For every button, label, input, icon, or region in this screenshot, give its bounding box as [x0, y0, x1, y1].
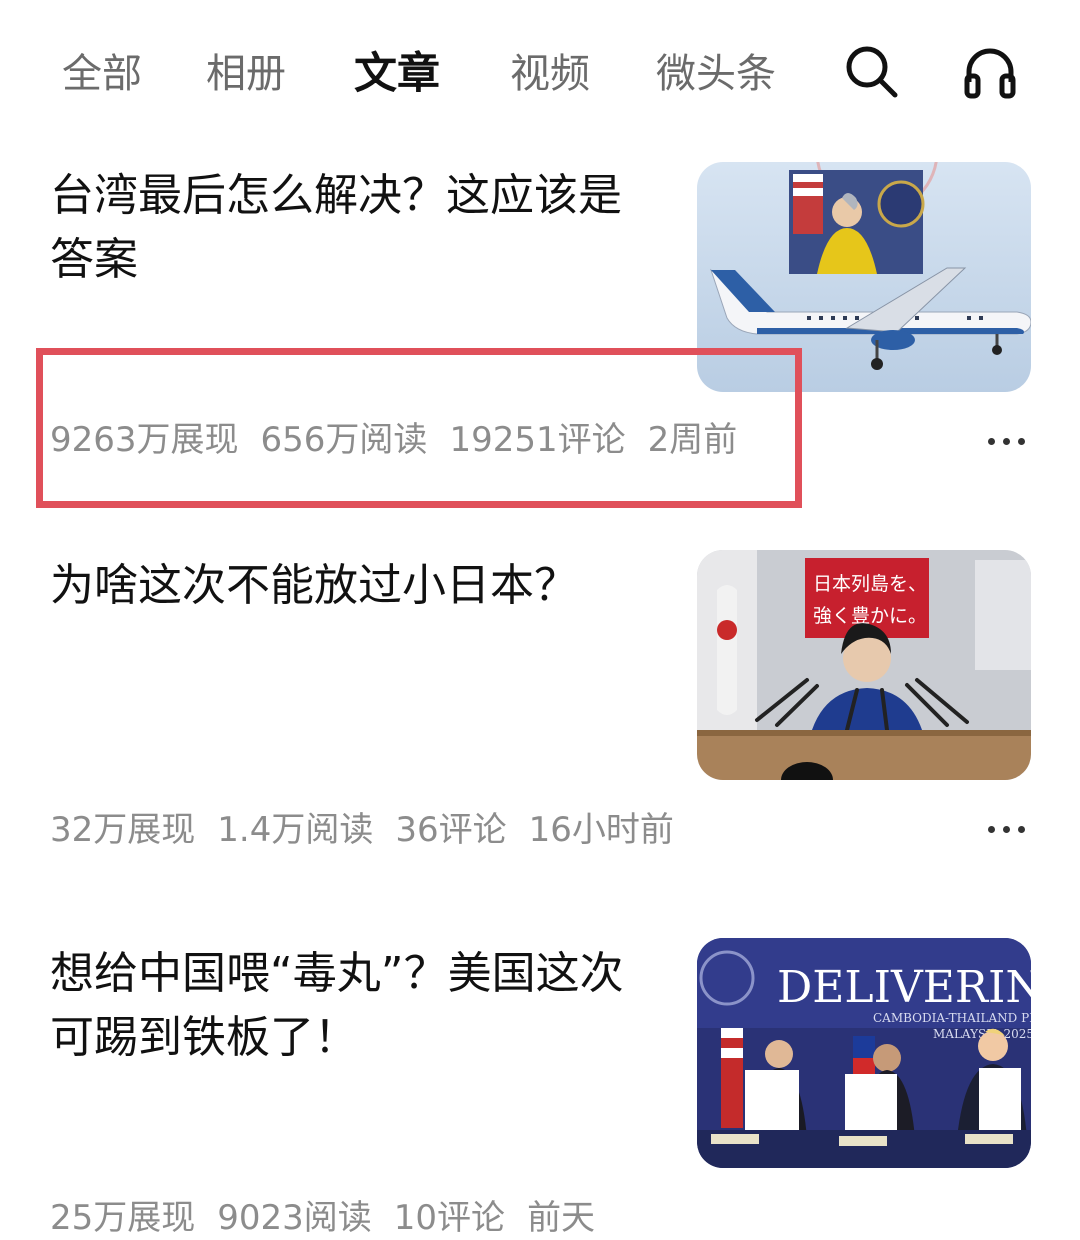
search-icon[interactable]: [842, 42, 902, 102]
article-stats: 25万展现 9023阅读 10评论 前天: [50, 1194, 617, 1240]
article-stats: 32万展现 1.4万阅读 36评论 16小时前: [50, 806, 696, 854]
article-thumbnail-press-conference[interactable]: 日本列島を、 強く豊かに。: [697, 550, 1031, 780]
tab-micro-posts[interactable]: 微头条: [656, 46, 776, 102]
publish-time: 16小时前: [528, 810, 674, 850]
article-card[interactable]: 为啥这次不能放过小日本？ 日本列島を、 強く豊かに。 32万展现 1.4万阅读 …: [0, 540, 1080, 900]
article-title[interactable]: 台湾最后怎么解决？这应该是答案: [50, 164, 650, 292]
banner-text: DELIVERING: [777, 962, 1031, 1013]
sign-text: 強く豊かに。: [813, 605, 927, 627]
banner-subtext: CAMBODIA-THAILAND PEACE: [873, 1011, 1031, 1025]
highlight-annotation-box: [36, 348, 802, 508]
more-dots-icon[interactable]: [984, 820, 1030, 840]
tab-album[interactable]: 相册: [206, 46, 286, 102]
more-dots-icon[interactable]: [984, 432, 1030, 452]
tab-articles[interactable]: 文章: [354, 46, 440, 102]
tab-videos[interactable]: 视频: [510, 46, 590, 102]
sign-text: 日本列島を、: [813, 573, 927, 595]
article-title[interactable]: 想给中国喂“毒丸”？美国这次可踢到铁板了！: [50, 942, 650, 1070]
article-list-page: 全部 相册 文章 视频 微头条 台湾最后怎么解决？这应该是答案 9263万展现 …: [0, 0, 1080, 1240]
reads-count: 9023阅读: [217, 1198, 372, 1238]
impressions-count: 25万展现: [50, 1198, 196, 1238]
article-card[interactable]: 想给中国喂“毒丸”？美国这次可踢到铁板了！ DELIVERING CAMBODI…: [0, 930, 1080, 1240]
top-tab-bar: 全部 相册 文章 视频 微头条: [0, 0, 1080, 140]
reads-count: 1.4万阅读: [217, 810, 374, 850]
publish-time: 前天: [527, 1198, 596, 1238]
tab-all[interactable]: 全部: [62, 46, 142, 102]
comments-count: 36评论: [395, 810, 507, 850]
impressions-count: 32万展现: [50, 810, 196, 850]
comments-count: 10评论: [393, 1198, 506, 1238]
article-title[interactable]: 为啥这次不能放过小日本？: [50, 554, 650, 618]
article-thumbnail-signing-ceremony[interactable]: DELIVERING CAMBODIA-THAILAND PEACE MALAY…: [697, 938, 1031, 1168]
headphones-icon[interactable]: [960, 42, 1020, 102]
